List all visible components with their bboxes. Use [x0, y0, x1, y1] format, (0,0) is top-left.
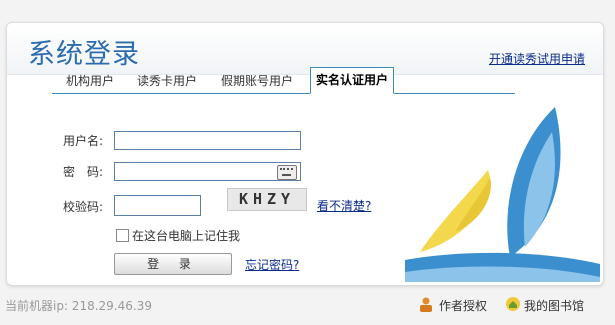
- machine-ip: 当前机器ip: 218.29.46.39: [5, 299, 152, 313]
- login-button[interactable]: 登 录: [114, 253, 232, 275]
- captcha-label: 校验码:: [63, 200, 104, 214]
- author-authorization-link[interactable]: 作者授权: [439, 297, 487, 314]
- username-input[interactable]: [114, 131, 301, 150]
- author-icon: [420, 297, 432, 312]
- tab-real-name-user[interactable]: 实名认证用户: [310, 67, 395, 94]
- library-icon: [506, 297, 520, 311]
- remember-me-checkbox[interactable]: [116, 229, 129, 242]
- captcha-image: KHZY: [227, 188, 307, 211]
- captcha-input[interactable]: [114, 195, 201, 216]
- sailboat-logo: [405, 107, 600, 282]
- remember-me-label: 在这台电脑上记住我: [132, 229, 241, 243]
- username-label: 用户名:: [63, 134, 104, 148]
- tab-institution-user[interactable]: 机构用户: [66, 70, 114, 92]
- my-library-link[interactable]: 我的图书馆: [524, 297, 584, 314]
- refresh-captcha-link[interactable]: 看不清楚?: [317, 197, 371, 214]
- password-label: 密 码:: [63, 165, 104, 179]
- trial-apply-link[interactable]: 开通读秀试用申请: [489, 50, 585, 67]
- tab-duxiu-card-user[interactable]: 读秀卡用户: [137, 70, 197, 92]
- login-type-tabs: 机构用户 读秀卡用户 假期账号用户 实名认证用户: [52, 67, 515, 94]
- forgot-password-link[interactable]: 忘记密码?: [245, 256, 299, 273]
- page-title: 系统登录: [28, 39, 140, 70]
- password-input[interactable]: [114, 162, 301, 181]
- keyboard-icon[interactable]: [277, 165, 297, 180]
- tab-holiday-account-user[interactable]: 假期账号用户: [221, 70, 293, 92]
